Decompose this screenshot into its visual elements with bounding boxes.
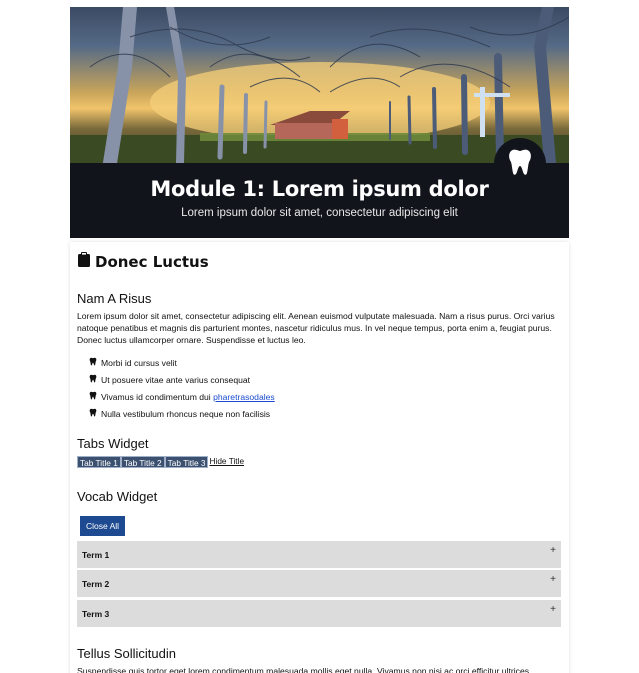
list-item: Vivamus id condimentum dui pharetrasodal… [89,388,275,405]
term-2-accordion[interactable]: Term 2 + [77,570,561,597]
plus-icon[interactable]: + [550,545,556,556]
list-item: Morbi id cursus velit [89,354,275,371]
content-card: Donec Luctus Nam A Risus Lorem ipsum dol… [70,242,569,673]
tooth-icon [89,408,97,419]
module-subtitle: Lorem ipsum dolor sit amet, consectetur … [181,207,458,219]
intro-paragraph: Lorem ipsum dolor sit amet, consectetur … [77,311,555,345]
tab-3[interactable]: Tab Title 3 [164,456,209,468]
list-item-text: Vivamus id condimentum dui pharetrasodal… [101,392,275,402]
section-heading-text: Donec Luctus [95,252,209,271]
hero-image [70,7,569,163]
intro-title: Nam A Risus [77,291,152,306]
tab-1[interactable]: Tab Title 1 [77,456,121,468]
pharetrasodales-link[interactable]: pharetrasodales [213,392,275,402]
term-label: Term 1 [82,550,110,560]
tooth-icon [89,357,97,368]
tellus-title: Tellus Sollicitudin [77,646,176,661]
list-item-text: Nulla vestibulum rhoncus neque non facil… [101,408,271,419]
module-title: Module 1: Lorem ipsum dolor [150,177,489,201]
tooth-badge [494,138,546,190]
list-item: Nulla vestibulum rhoncus neque non facil… [89,405,275,422]
list-item-text: Morbi id cursus velit [101,357,177,368]
list-item-text-prefix: Vivamus id condimentum dui [101,391,214,402]
term-label: Term 3 [82,609,110,619]
section-heading: Donec Luctus [78,252,209,271]
tab-bar: Tab Title 1 Tab Title 2 Tab Title 3 Hide… [77,456,244,468]
list-item: Ut posuere vitae ante varius consequat [89,371,275,388]
tooth-icon [89,374,97,385]
tooth-icon [507,148,533,181]
tabs-widget-title: Tabs Widget [77,436,149,451]
clipboard-icon [78,252,90,271]
list-item-text: Ut posuere vitae ante varius consequat [101,374,251,385]
plus-icon[interactable]: + [550,574,556,585]
page: Module 1: Lorem ipsum dolor Lorem ipsum … [0,0,639,673]
tellus-paragraph: Suspendisse quis tortor eget lorem condi… [77,666,532,673]
plus-icon[interactable]: + [550,604,556,615]
tab-2[interactable]: Tab Title 2 [120,456,165,468]
tooth-icon [89,391,97,402]
bullet-list: Morbi id cursus velit Ut posuere vitae a… [89,354,275,422]
close-all-button[interactable]: Close All [80,516,125,536]
module-header: Module 1: Lorem ipsum dolor Lorem ipsum … [70,7,569,238]
term-1-accordion[interactable]: Term 1 + [77,541,561,568]
hide-title-link[interactable]: Hide Title [208,456,244,468]
term-label: Term 2 [82,579,110,589]
term-3-accordion[interactable]: Term 3 + [77,600,561,627]
vocab-widget-title: Vocab Widget [77,489,158,504]
